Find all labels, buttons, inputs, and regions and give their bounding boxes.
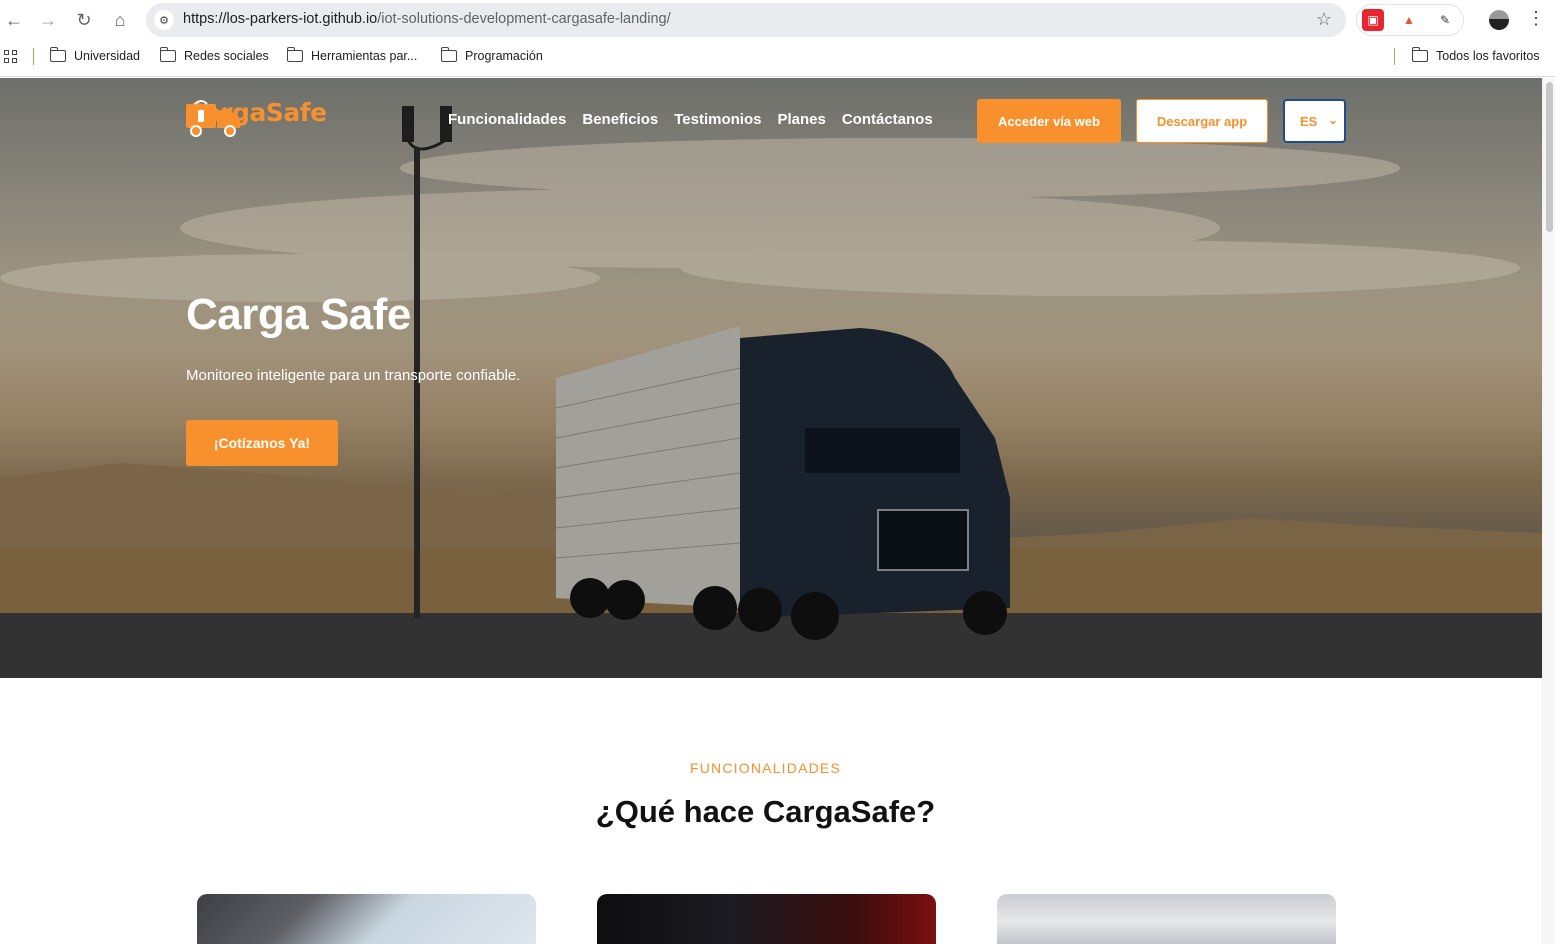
quote-button[interactable]: ¡Cotízanos Ya! — [186, 420, 338, 466]
feature-card-image — [197, 894, 536, 944]
folder-icon — [1411, 47, 1428, 62]
extension-graduation-cap-icon[interactable]: ▲ — [1398, 9, 1420, 31]
scrollbar-thumb[interactable] — [1546, 82, 1553, 232]
back-icon[interactable]: ← — [2, 8, 26, 32]
profile-avatar[interactable] — [1489, 10, 1509, 30]
download-app-button[interactable]: Descargar app — [1136, 99, 1268, 143]
bookmark-folder-universidad[interactable]: Universidad — [49, 47, 141, 63]
features-eyebrow: FUNCIONALIDADES — [689, 760, 842, 776]
home-icon[interactable]: ⌂ — [108, 8, 132, 32]
truck-logo-icon — [186, 100, 240, 137]
main-nav: Funcionalidades Beneficios Testimonios P… — [448, 111, 933, 128]
bookmark-label: Todos los favoritos — [1436, 49, 1540, 63]
folder-icon — [49, 47, 66, 62]
apps-grid-icon[interactable] — [4, 50, 17, 63]
feature-card-image — [597, 894, 936, 944]
extension-red-icon[interactable]: ▣ — [1362, 9, 1384, 31]
access-web-button[interactable]: Acceder vía web — [977, 99, 1121, 143]
extensions-puzzle-icon[interactable]: ✎ — [1434, 9, 1456, 31]
bookmark-label: Programación — [465, 49, 543, 63]
bookmark-all-favorites[interactable]: Todos los favoritos — [1411, 47, 1540, 63]
url-host: https://los-parkers-iot.github.io — [183, 11, 378, 27]
language-value: ES — [1300, 113, 1318, 129]
bookmark-label: Herramientas par... — [311, 49, 418, 63]
bookmark-folder-herramientas[interactable]: Herramientas par... — [286, 47, 418, 63]
logo[interactable]: CargaSafe — [186, 98, 327, 137]
features-title: ¿Qué hace CargaSafe? — [595, 794, 936, 829]
bookmark-label: Universidad — [74, 49, 141, 63]
bookmark-star-icon[interactable]: ☆ — [1316, 9, 1332, 30]
feature-card-image — [997, 894, 1336, 944]
chevron-down-icon: ⌄ — [1327, 113, 1338, 127]
nav-link-funcionalidades[interactable]: Funcionalidades — [448, 111, 566, 128]
reload-icon[interactable]: ↻ — [72, 8, 96, 32]
url-path: /iot-solutions-development-cargasafe-lan… — [377, 11, 671, 27]
hero-section: CargaSafe Funcionalidades Beneficios Tes… — [0, 78, 1542, 678]
folder-icon — [286, 47, 303, 62]
site-settings-icon[interactable]: ⚙ — [154, 10, 174, 30]
browser-toolbar: ← → ↻ ⌂ ⚙ https://los-parkers-iot.github… — [0, 0, 1555, 40]
page-scrollbar[interactable] — [1542, 78, 1555, 944]
forward-icon[interactable]: → — [36, 8, 60, 32]
hero-subtitle: Monitoreo inteligente para un transporte… — [186, 367, 521, 384]
hero-title: Carga Safe — [186, 290, 411, 339]
nav-link-beneficios[interactable]: Beneficios — [582, 111, 658, 128]
browser-menu-icon[interactable]: ⋮ — [1527, 8, 1545, 29]
nav-link-testimonios[interactable]: Testimonios — [674, 111, 761, 128]
language-select[interactable]: ES ⌄ — [1283, 99, 1346, 143]
page-viewport: CargaSafe Funcionalidades Beneficios Tes… — [0, 78, 1542, 944]
bookmark-label: Redes sociales — [184, 49, 269, 63]
nav-link-contactanos[interactable]: Contáctanos — [842, 111, 933, 128]
folder-icon — [440, 47, 457, 62]
nav-link-planes[interactable]: Planes — [777, 111, 825, 128]
bookmark-folder-programacion[interactable]: Programación — [440, 47, 543, 63]
url-text: https://los-parkers-iot.github.io/iot-so… — [183, 11, 671, 27]
folder-icon — [159, 47, 176, 62]
bookmarks-separator — [1394, 48, 1395, 65]
address-bar[interactable]: ⚙ https://los-parkers-iot.github.io/iot-… — [146, 3, 1346, 37]
bookmark-folder-redes-sociales[interactable]: Redes sociales — [159, 47, 269, 63]
bookmarks-separator — [33, 48, 34, 65]
